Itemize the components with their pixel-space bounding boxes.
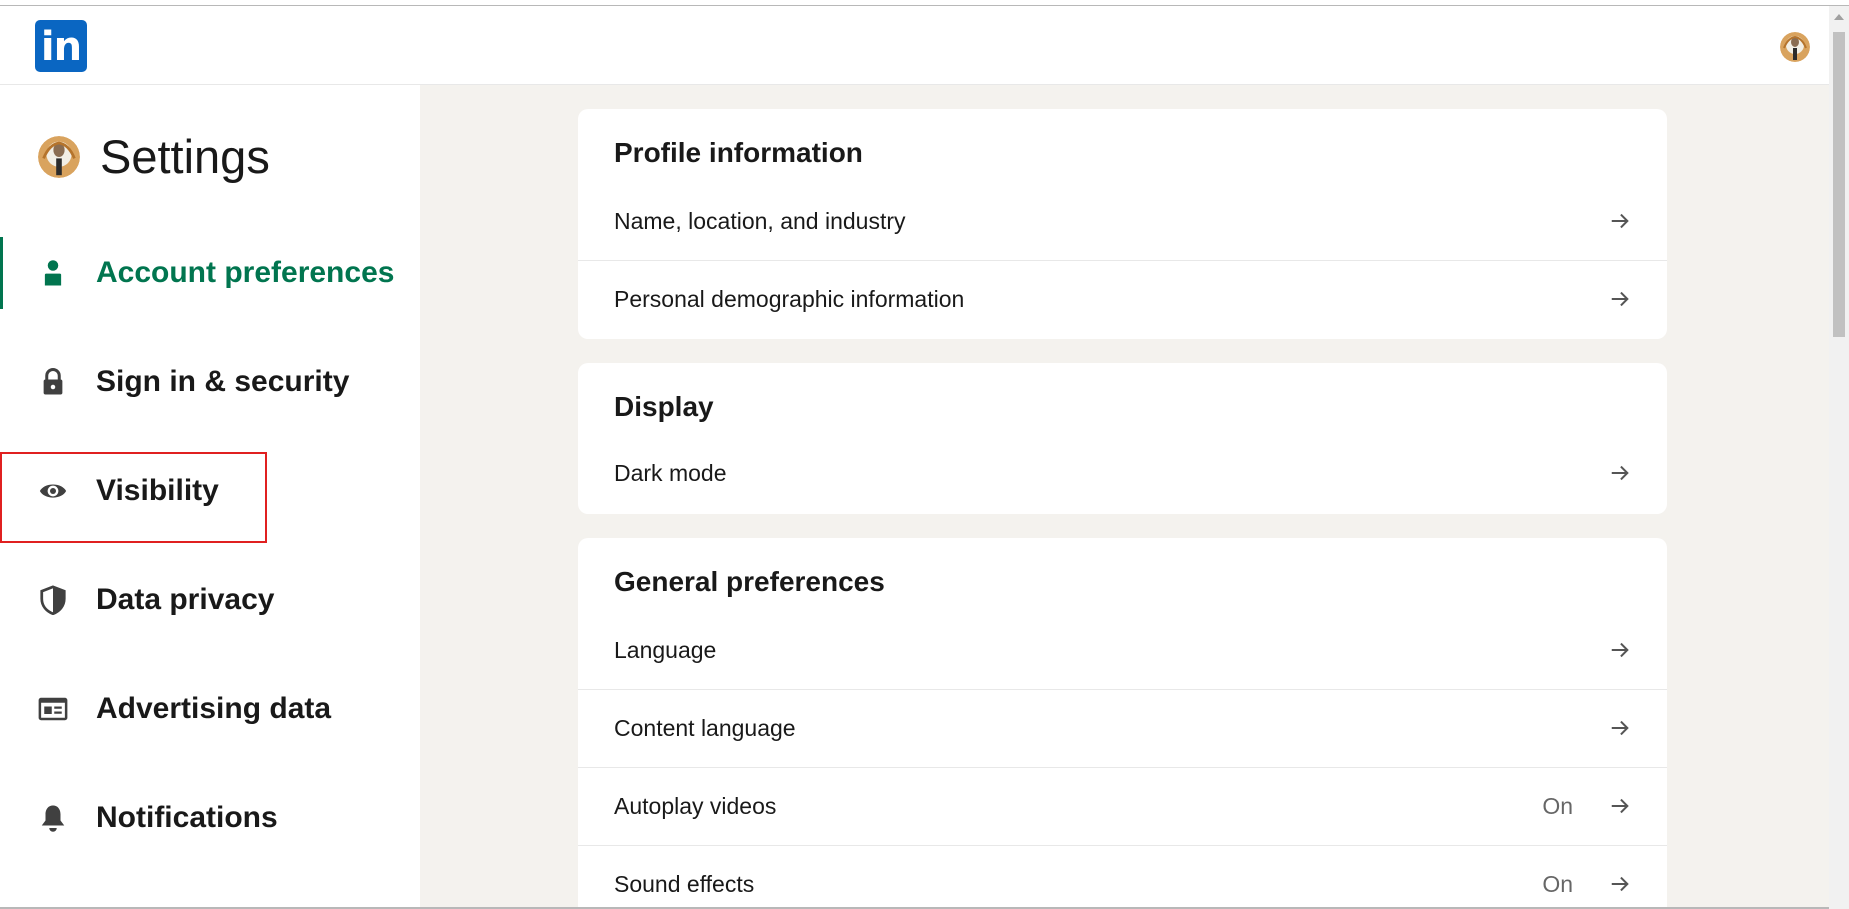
scrollbar-thumb[interactable] [1833, 32, 1845, 337]
row-label: Content language [614, 715, 796, 741]
settings-row-sound-effects[interactable]: Sound effects On [578, 847, 1667, 909]
settings-row-language[interactable]: Language [578, 613, 1667, 691]
sidebar-item-sign-in-security[interactable]: Sign in & security [0, 346, 420, 418]
top-header: in [0, 6, 1829, 85]
display-card: Display Dark mode [578, 363, 1667, 514]
settings-row-dark-mode[interactable]: Dark mode [578, 436, 1667, 514]
divider [578, 845, 1667, 846]
arrow-right-icon [1611, 465, 1629, 481]
row-label: Autoplay videos [614, 793, 777, 819]
sidebar-item-notifications[interactable]: Notifications [0, 782, 420, 854]
settings-header: Settings [38, 129, 270, 184]
sidebar-item-advertising-data[interactable]: Advertising data [0, 673, 420, 745]
settings-row-name-location-industry[interactable]: Name, location, and industry [578, 184, 1667, 262]
row-label: Dark mode [614, 460, 727, 486]
profile-avatar-icon[interactable] [1780, 32, 1810, 62]
arrow-right-icon [1611, 213, 1629, 229]
sidebar-item-label: Visibility [96, 474, 219, 507]
shield-icon [40, 585, 66, 615]
arrow-right-icon [1611, 876, 1629, 892]
row-value: On [1542, 871, 1573, 897]
sidebar-item-label: Sign in & security [96, 365, 350, 398]
divider [578, 689, 1667, 690]
divider [578, 260, 1667, 261]
arrow-right-icon [1611, 798, 1629, 814]
newspaper-icon [38, 697, 68, 721]
profile-information-card: Profile information Name, location, and … [578, 109, 1667, 339]
sidebar-item-label: Account preferences [96, 256, 395, 289]
settings-row-personal-demographic-information[interactable]: Personal demographic information [578, 262, 1667, 340]
vertical-scrollbar[interactable] [1829, 6, 1849, 909]
settings-sidebar: Settings Account preferences Sign in & s… [0, 85, 420, 909]
sidebar-item-data-privacy[interactable]: Data privacy [0, 564, 420, 636]
row-label: Sound effects [614, 871, 755, 897]
row-value: On [1542, 793, 1573, 819]
active-indicator [0, 237, 3, 309]
sidebar-item-label: Advertising data [96, 692, 332, 725]
scroll-up-arrow-icon[interactable] [1834, 14, 1844, 20]
arrow-right-icon [1611, 720, 1629, 736]
card-title: Display [614, 391, 714, 422]
general-preferences-card: General preferences Language Content lan… [578, 538, 1667, 909]
linkedin-logo[interactable]: in [35, 20, 87, 72]
settings-title: Settings [100, 130, 270, 183]
lock-icon [43, 368, 63, 395]
sidebar-item-visibility[interactable]: Visibility [0, 455, 420, 527]
sidebar-item-account-preferences[interactable]: Account preferences [0, 237, 420, 309]
settings-row-autoplay-videos[interactable]: Autoplay videos On [578, 769, 1667, 847]
row-label: Language [614, 637, 717, 663]
divider [578, 767, 1667, 768]
person-icon [44, 260, 62, 286]
row-label: Name, location, and industry [614, 208, 906, 234]
sidebar-item-label: Notifications [96, 801, 278, 834]
card-title: General preferences [614, 566, 885, 597]
arrow-right-icon [1611, 642, 1629, 658]
arrow-right-icon [1611, 291, 1629, 307]
bell-icon [41, 805, 65, 832]
row-label: Personal demographic information [614, 286, 965, 312]
user-avatar-icon [38, 135, 80, 178]
settings-row-content-language[interactable]: Content language [578, 691, 1667, 769]
sidebar-item-label: Data privacy [96, 583, 275, 616]
eye-icon [39, 484, 67, 498]
card-title: Profile information [614, 137, 863, 168]
